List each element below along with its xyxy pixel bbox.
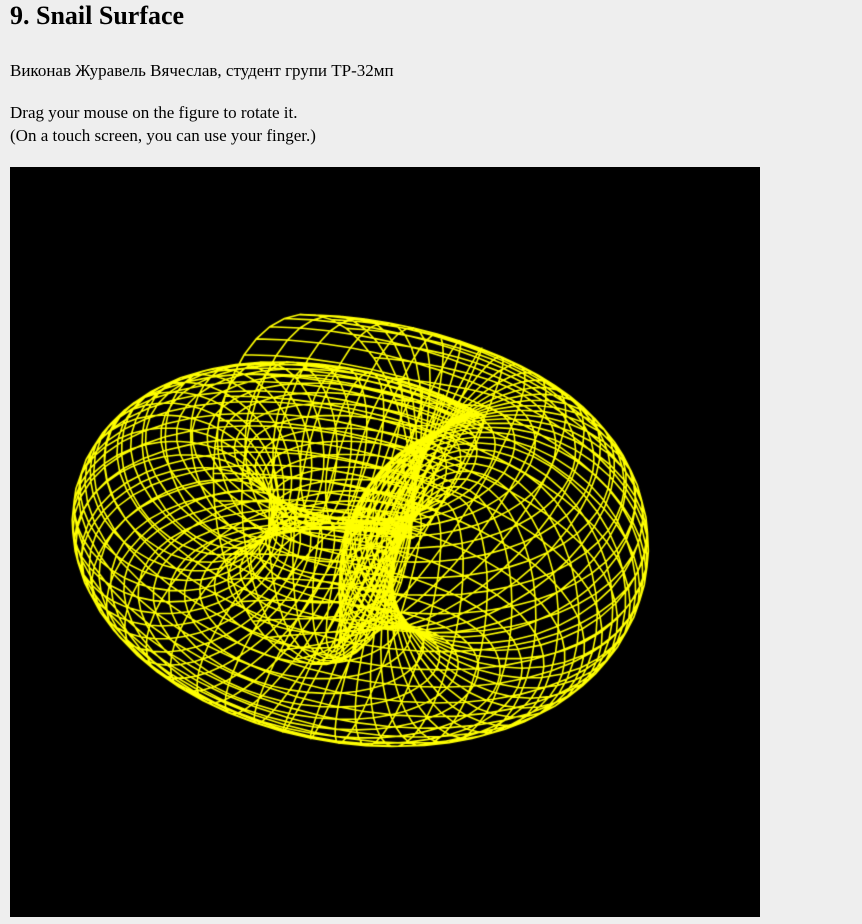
author-line: Виконав Журавель Вячеслав, студент групи… [10,61,394,80]
snail-surface-wireframe-canvas[interactable] [10,167,760,917]
instruction-line-2: (On a touch screen, you can use your fin… [10,126,316,145]
page-title: 9. Snail Surface [10,1,185,30]
instructions: Drag your mouse on the figure to rotate … [10,101,862,147]
instruction-line-1: Drag your mouse on the figure to rotate … [10,103,298,122]
page-content: 9. Snail Surface Виконав Журавель Вячесл… [0,1,862,147]
surface-viewer[interactable] [10,167,760,917]
